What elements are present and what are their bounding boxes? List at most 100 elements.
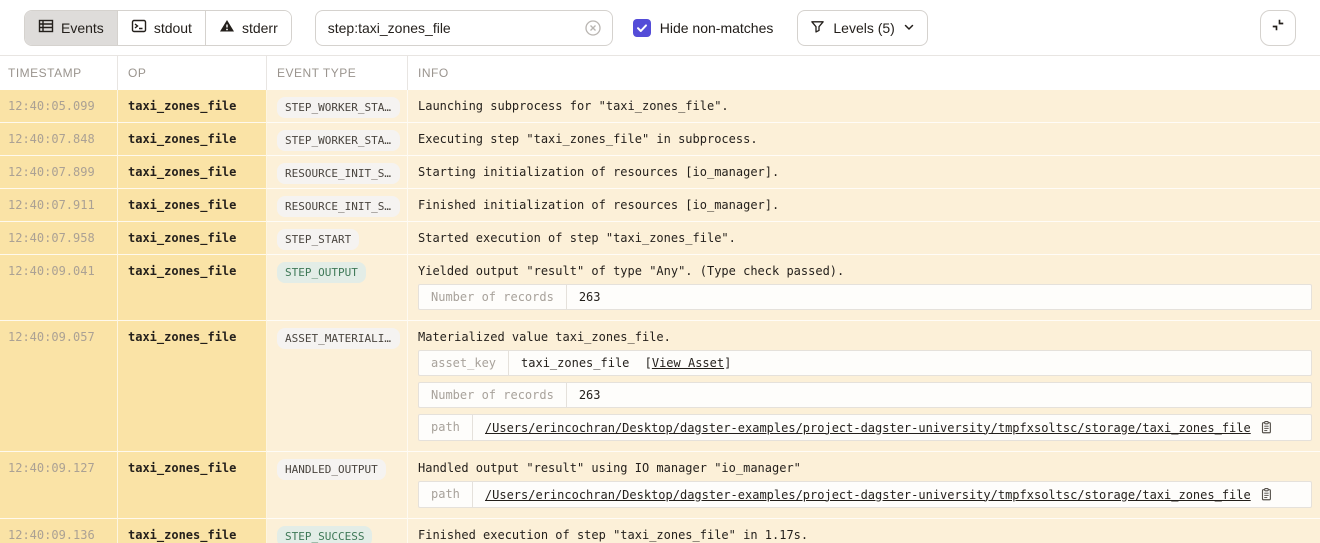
col-header-timestamp: TIMESTAMP — [0, 56, 118, 90]
op-cell: taxi_zones_file — [118, 123, 267, 156]
op-cell: taxi_zones_file — [118, 189, 267, 222]
metadata-label: path — [419, 482, 473, 507]
event-type-badge: STEP_WORKER_STARTED — [277, 130, 400, 151]
event-type-badge: STEP_START — [277, 229, 359, 250]
event-type-cell: HANDLED_OUTPUT — [267, 452, 408, 519]
op-cell: taxi_zones_file — [118, 519, 267, 543]
search-input[interactable] — [328, 20, 584, 36]
event-type-cell: ASSET_MATERIALIZATION — [267, 321, 408, 452]
checkbox-checked-icon[interactable] — [633, 19, 651, 37]
col-header-event-type: EVENT TYPE — [267, 56, 408, 90]
metadata-value: 263 — [567, 383, 1311, 407]
timestamp-cell: 12:40:09.136 — [0, 519, 118, 543]
info-cell: Finished initialization of resources [io… — [408, 189, 1320, 222]
timestamp-cell: 12:40:07.899 — [0, 156, 118, 189]
timestamp-cell: 12:40:07.911 — [0, 189, 118, 222]
hide-non-matches-label: Hide non-matches — [660, 20, 774, 36]
log-row: 12:40:05.099taxi_zones_fileSTEP_WORKER_S… — [0, 90, 1320, 123]
info-cell: Materialized value taxi_zones_file.asset… — [408, 321, 1320, 452]
event-type-cell: STEP_START — [267, 222, 408, 255]
log-row: 12:40:07.899taxi_zones_fileRESOURCE_INIT… — [0, 156, 1320, 189]
copy-icon[interactable] — [1259, 420, 1273, 435]
event-type-badge: STEP_OUTPUT — [277, 262, 366, 283]
metadata-value: /Users/erincochran/Desktop/dagster-examp… — [473, 415, 1311, 440]
log-row: 12:40:09.057taxi_zones_fileASSET_MATERIA… — [0, 321, 1320, 452]
view-asset-link-wrap: [View Asset] — [637, 356, 731, 370]
log-table-header: TIMESTAMP OP EVENT TYPE INFO — [0, 56, 1320, 90]
info-text: Started execution of step "taxi_zones_fi… — [418, 231, 1312, 245]
tab-events[interactable]: Events — [25, 11, 118, 45]
log-row-list: 12:40:05.099taxi_zones_fileSTEP_WORKER_S… — [0, 90, 1320, 543]
event-type-cell: STEP_SUCCESS — [267, 519, 408, 543]
op-cell: taxi_zones_file — [118, 452, 267, 519]
collapse-panel-button[interactable] — [1260, 10, 1296, 46]
timestamp-cell: 12:40:07.848 — [0, 123, 118, 156]
tab-stderr[interactable]: stderr — [206, 11, 291, 45]
tab-stdout-label: stdout — [154, 20, 192, 36]
info-cell: Launching subprocess for "taxi_zones_fil… — [408, 90, 1320, 123]
metadata-value-text: taxi_zones_file — [521, 356, 629, 370]
path-link[interactable]: /Users/erincochran/Desktop/dagster-examp… — [485, 488, 1251, 502]
info-text: Materialized value taxi_zones_file. — [418, 330, 1312, 344]
event-type-cell: STEP_WORKER_STARTED — [267, 123, 408, 156]
terminal-icon — [131, 18, 147, 37]
hide-non-matches-toggle[interactable]: Hide non-matches — [633, 19, 774, 37]
path-link[interactable]: /Users/erincochran/Desktop/dagster-examp… — [485, 421, 1251, 435]
event-type-cell: STEP_WORKER_STARTING — [267, 90, 408, 123]
info-cell: Starting initialization of resources [io… — [408, 156, 1320, 189]
op-cell: taxi_zones_file — [118, 90, 267, 123]
info-cell: Finished execution of step "taxi_zones_f… — [408, 519, 1320, 543]
metadata-entry: asset_keytaxi_zones_file [View Asset] — [418, 350, 1312, 376]
event-type-cell: STEP_OUTPUT — [267, 255, 408, 321]
op-cell: taxi_zones_file — [118, 321, 267, 452]
metadata-entry: Number of records263 — [418, 382, 1312, 408]
tab-events-label: Events — [61, 20, 104, 36]
info-text: Finished execution of step "taxi_zones_f… — [418, 528, 1312, 542]
metadata-value: /Users/erincochran/Desktop/dagster-examp… — [473, 482, 1311, 507]
log-filter-search — [315, 10, 613, 46]
event-type-badge: HANDLED_OUTPUT — [277, 459, 386, 480]
info-text: Finished initialization of resources [io… — [418, 198, 1312, 212]
op-cell: taxi_zones_file — [118, 222, 267, 255]
copy-icon[interactable] — [1259, 487, 1273, 502]
info-cell: Executing step "taxi_zones_file" in subp… — [408, 123, 1320, 156]
timestamp-cell: 12:40:05.099 — [0, 90, 118, 123]
metadata-label: path — [419, 415, 473, 440]
col-header-op: OP — [118, 56, 267, 90]
log-row: 12:40:09.127taxi_zones_fileHANDLED_OUTPU… — [0, 452, 1320, 519]
clear-search-icon[interactable] — [584, 19, 602, 37]
log-row: 12:40:09.041taxi_zones_file STEP_OUTPUT Yi… — [0, 255, 1320, 321]
timestamp-cell: 12:40:09.041 — [0, 255, 118, 321]
log-view-tabs: Events stdout stderr — [24, 10, 292, 46]
log-row: 12:40:07.911taxi_zones_fileRESOURCE_INIT… — [0, 189, 1320, 222]
col-header-info: INFO — [408, 56, 1320, 90]
op-cell: taxi_zones_file — [118, 255, 267, 321]
log-row: 12:40:07.958taxi_zones_file STEP_START Sta… — [0, 222, 1320, 255]
timestamp-cell: 12:40:07.958 — [0, 222, 118, 255]
log-row: 12:40:09.136taxi_zones_file STEP_SUCCESS F… — [0, 519, 1320, 543]
info-text: Yielded output "result" of type "Any". (… — [418, 264, 1312, 278]
log-row: 12:40:07.848taxi_zones_file STEP_WORKER_S… — [0, 123, 1320, 156]
info-cell: Handled output "result" using IO manager… — [408, 452, 1320, 519]
metadata-value-text: 263 — [579, 290, 601, 304]
levels-label: Levels (5) — [833, 20, 894, 36]
metadata-label: Number of records — [419, 383, 567, 407]
timestamp-cell: 12:40:09.057 — [0, 321, 118, 452]
info-text: Handled output "result" using IO manager… — [418, 461, 1312, 475]
metadata-label: Number of records — [419, 285, 567, 309]
collapse-panel-icon — [1269, 16, 1287, 39]
event-type-cell: RESOURCE_INIT_SUCCESS — [267, 189, 408, 222]
filter-funnel-icon — [810, 19, 825, 37]
view-asset-link[interactable]: View Asset — [652, 356, 724, 370]
metadata-entry: Number of records 263 — [418, 284, 1312, 310]
tab-stdout[interactable]: stdout — [118, 11, 206, 45]
tab-stderr-label: stderr — [242, 20, 278, 36]
levels-filter-button[interactable]: Levels (5) — [797, 10, 927, 46]
info-cell: Started execution of step "taxi_zones_fi… — [408, 222, 1320, 255]
chevron-down-icon — [903, 20, 915, 36]
event-type-badge: STEP_SUCCESS — [277, 526, 372, 543]
info-cell: Yielded output "result" of type "Any". (… — [408, 255, 1320, 321]
info-text: Launching subprocess for "taxi_zones_fil… — [418, 99, 1312, 113]
log-toolbar: Events stdout stderr Hide non-matches Le… — [0, 0, 1320, 56]
info-text: Starting initialization of resources [io… — [418, 165, 1312, 179]
